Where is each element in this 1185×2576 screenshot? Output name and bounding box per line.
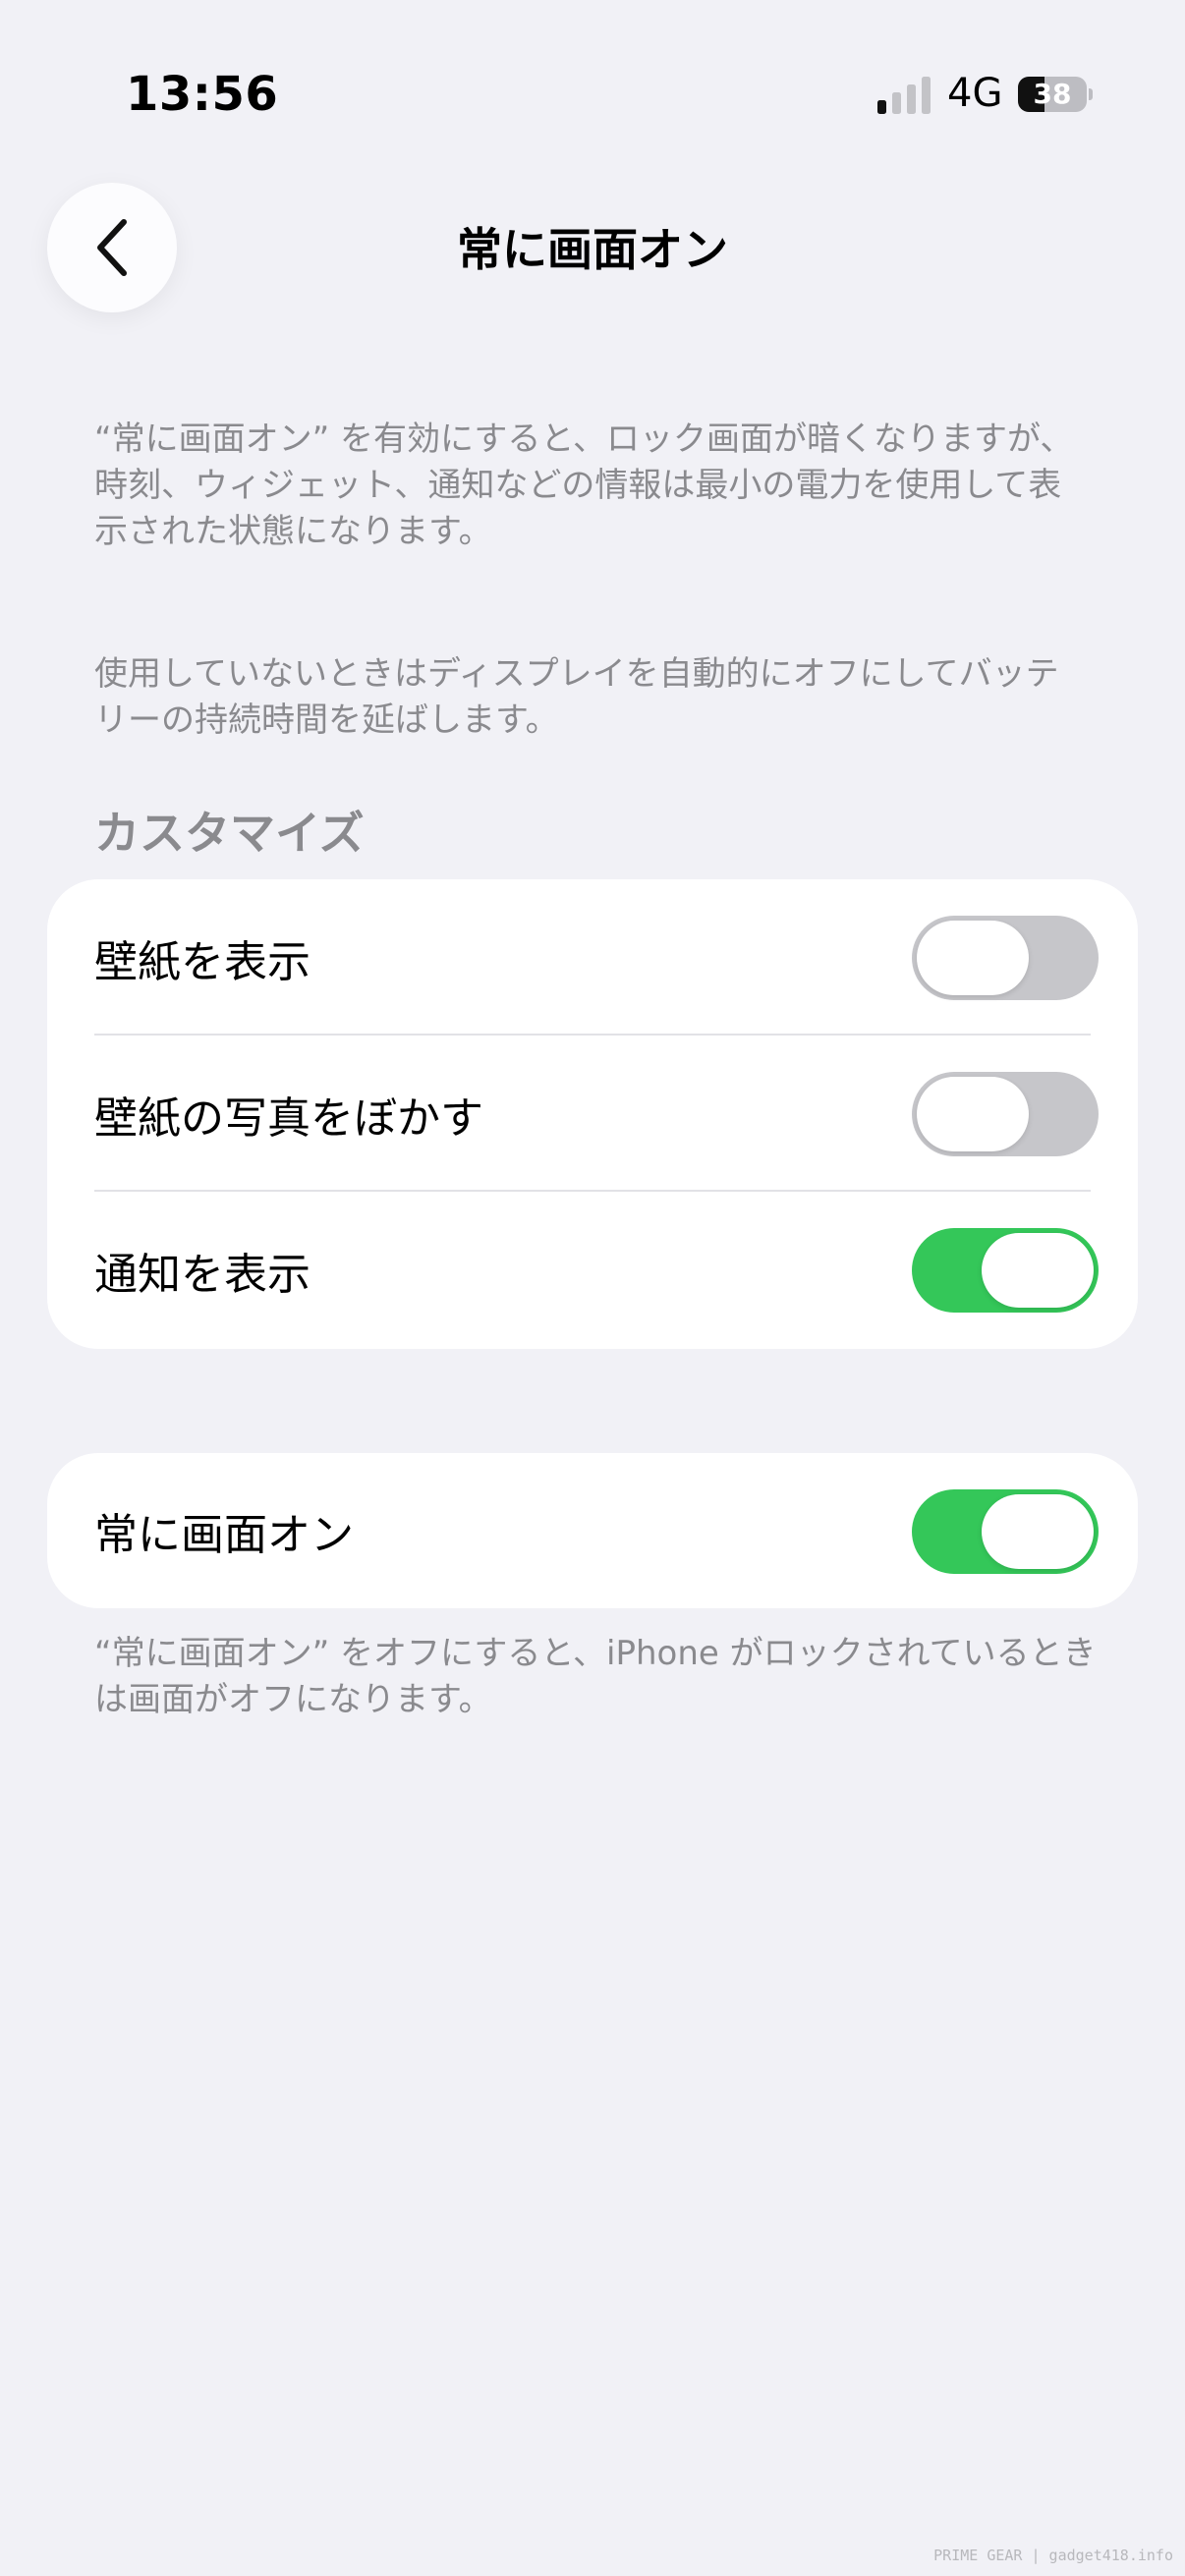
network-type: 4G	[947, 71, 1003, 116]
customize-group: 壁紙を表示 壁紙の写真をぼかす 通知を表示	[47, 879, 1138, 1349]
description-text: “常に画面オン” を有効にすると、ロック画面が暗くなりますが、時刻、ウィジェット…	[94, 420, 1074, 551]
setting-row-always-on: 常に画面オン	[47, 1453, 1138, 1608]
setting-label: 壁紙を表示	[94, 936, 310, 987]
battery-percent: 38	[1033, 78, 1072, 110]
section-header-customize: カスタマイズ	[94, 807, 365, 860]
battery-icon: 38	[1018, 77, 1093, 112]
setting-label: 通知を表示	[94, 1249, 310, 1300]
show-wallpaper-toggle[interactable]	[912, 916, 1099, 1000]
blur-wallpaper-toggle[interactable]	[912, 1072, 1099, 1156]
setting-label: 常に画面オン	[94, 1510, 354, 1560]
status-bar: 13:56 4G 38	[0, 0, 1185, 187]
always-on-group: 常に画面オン	[47, 1453, 1138, 1608]
setting-row-blur-wallpaper: 壁紙の写真をぼかす	[47, 1036, 1138, 1192]
setting-label: 壁紙の写真をぼかす	[94, 1092, 483, 1144]
always-on-toggle[interactable]	[912, 1489, 1099, 1574]
status-time: 13:56	[126, 67, 279, 122]
watermark: PRIME GEAR | gadget418.info	[933, 2547, 1173, 2564]
footer-description: “常に画面オン” をオフにすると、iPhone がロックされているときは画面がオ…	[94, 1634, 1097, 1719]
description-text-secondary: 使用していないときはディスプレイを自動的にオフにしてバッテリーの持続時間を延ばし…	[94, 654, 1059, 740]
setting-row-show-notifications: 通知を表示	[47, 1192, 1138, 1348]
page-title: 常に画面オン	[457, 223, 728, 276]
setting-row-show-wallpaper: 壁紙を表示	[47, 879, 1138, 1036]
show-notifications-toggle[interactable]	[912, 1228, 1099, 1313]
cellular-signal-icon	[877, 77, 931, 114]
